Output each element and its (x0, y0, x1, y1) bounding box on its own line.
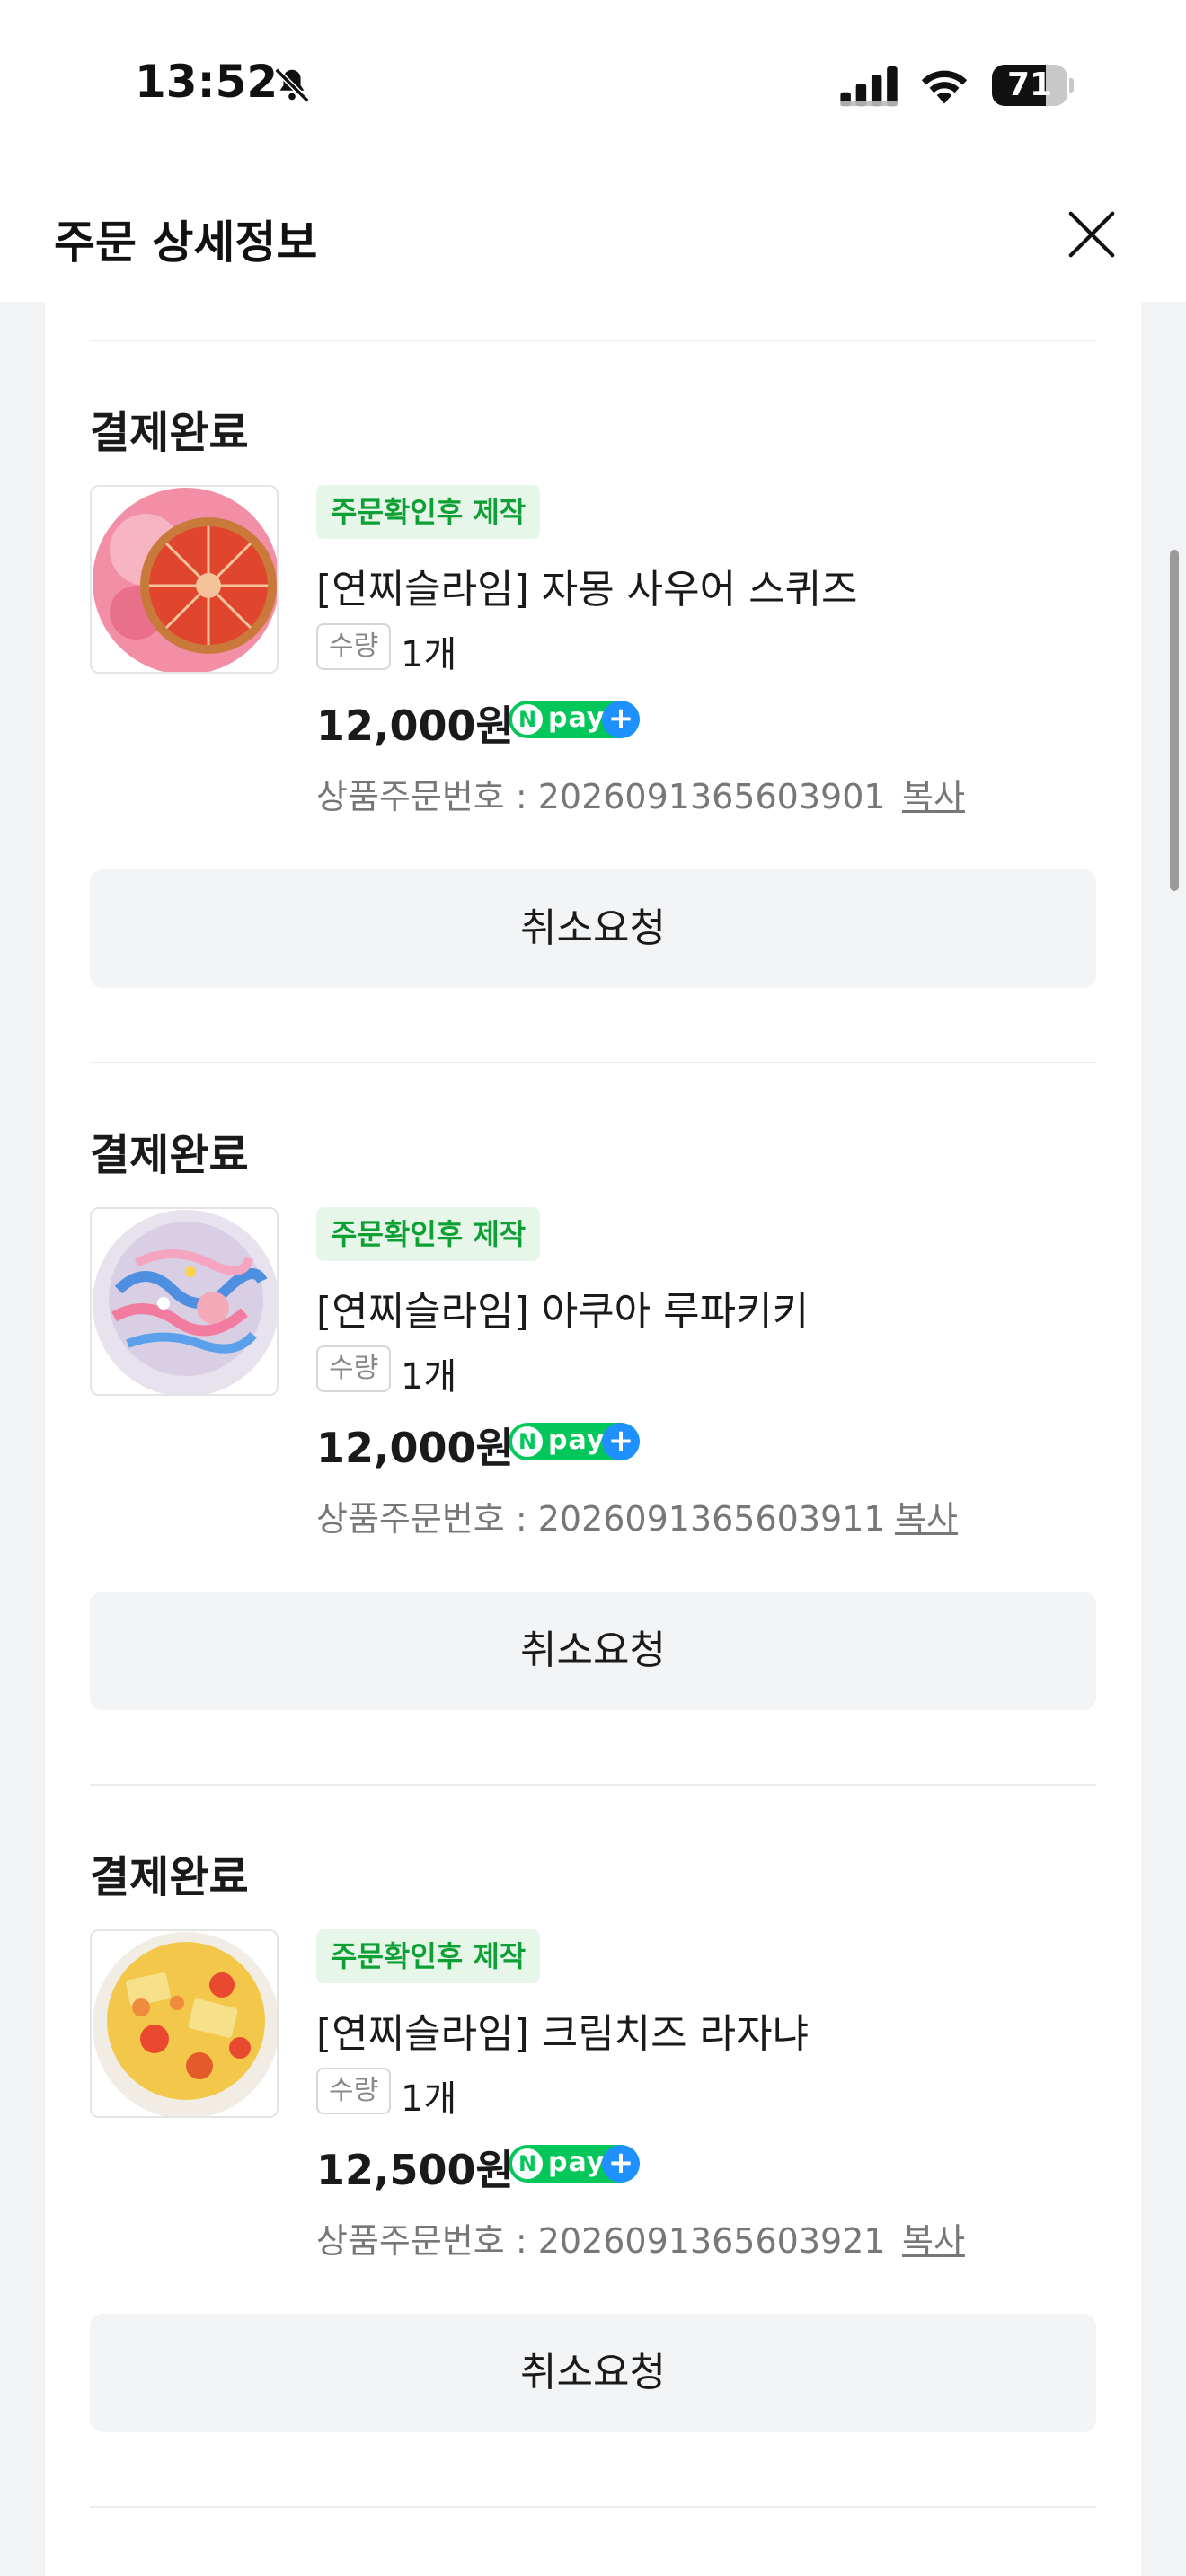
order-status: 결제완료 (90, 1130, 249, 1180)
status-time: 13:52 (135, 56, 279, 108)
quantity-label: 수량 (316, 2068, 392, 2114)
product-order-number: 상품주문번호 : 2026091365603911 (316, 1499, 886, 1539)
order-item: 결제완료 주문확인후 제작 [연찌슬라임] 자몽 사우어 스퀴즈 수량 1개 1 (45, 302, 1141, 1020)
battery-cap (1069, 78, 1074, 93)
npay-plus-badge: N pay + (509, 1423, 640, 1460)
order-status: 결제완료 (90, 1852, 249, 1902)
scrollbar[interactable] (1170, 550, 1179, 891)
npay-plus-badge: N pay + (509, 701, 640, 738)
npay-text: pay (548, 1425, 606, 1456)
quantity-value: 1개 (401, 1356, 457, 1398)
plus-icon: + (602, 2145, 640, 2183)
product-thumbnail[interactable] (90, 1207, 279, 1396)
grapefruit-slime-image (93, 488, 277, 672)
npay-text: pay (548, 702, 606, 734)
price: 12,500원 (316, 2146, 514, 2194)
quantity-label: 수량 (316, 1345, 392, 1392)
divider (90, 2506, 1096, 2508)
battery-percent: 71 (1006, 66, 1053, 103)
cancel-request-button[interactable]: 취소요청 (90, 2314, 1096, 2432)
copy-order-number-link[interactable]: 복사 (902, 769, 965, 818)
lasagna-slime-image (93, 1932, 277, 2116)
npay-n-icon: N (512, 1426, 543, 1457)
cellular-signal-icon (840, 66, 898, 107)
product-thumbnail[interactable] (90, 1929, 279, 2118)
order-detail-list: 결제완료 주문확인후 제작 [연찌슬라임] 자몽 사우어 스퀴즈 수량 1개 1 (45, 302, 1141, 2576)
battery-body: 71 (992, 65, 1067, 106)
npay-plus-badge: N pay + (509, 2145, 640, 2183)
order-item: 결제완료 주문확인후 제작 [연찌슬라임] 아쿠아 루파키키 수량 1개 12,… (45, 1024, 1141, 1742)
price: 12,000원 (316, 1424, 514, 1472)
plus-icon: + (602, 701, 640, 738)
status-bar: 13:52 71 (0, 0, 1186, 171)
bell-muted-icon (274, 67, 310, 103)
order-status: 결제완료 (90, 408, 249, 458)
cancel-request-button[interactable]: 취소요청 (90, 1592, 1096, 1710)
quantity-value: 1개 (401, 2078, 457, 2120)
product-order-number: 상품주문번호 : 2026091365603901 (316, 777, 886, 816)
product-order-number: 상품주문번호 : 2026091365603921 (316, 2221, 886, 2261)
page-title: 주문 상세정보 (54, 216, 318, 269)
order-item: 결제완료 주문확인후 제작 [연찌슬라임] 크림치즈 라자냐 수량 1개 12,… (45, 1746, 1141, 2465)
quantity-label: 수량 (316, 623, 392, 670)
product-name[interactable]: [연찌슬라임] 자몽 사우어 스퀴즈 (316, 557, 858, 614)
close-icon[interactable] (1064, 207, 1120, 262)
product-thumbnail[interactable] (90, 485, 279, 674)
cancel-request-button[interactable]: 취소요청 (90, 869, 1096, 988)
wifi-icon (921, 70, 968, 104)
copy-order-number-link[interactable]: 복사 (895, 1491, 958, 1540)
product-name[interactable]: [연찌슬라임] 크림치즈 라자냐 (316, 2001, 809, 2059)
product-name[interactable]: [연찌슬라임] 아쿠아 루파키키 (316, 1279, 809, 1337)
npay-n-icon: N (512, 2148, 543, 2179)
battery-indicator: 71 (992, 65, 1074, 106)
quantity-value: 1개 (401, 634, 457, 675)
made-to-order-badge: 주문확인후 제작 (316, 1929, 541, 1983)
sheet-header: 주문 상세정보 (0, 171, 1186, 302)
made-to-order-badge: 주문확인후 제작 (316, 485, 541, 539)
plus-icon: + (602, 1423, 640, 1460)
copy-order-number-link[interactable]: 복사 (902, 2213, 965, 2263)
aqua-slime-image (93, 1210, 277, 1394)
npay-n-icon: N (512, 704, 543, 735)
made-to-order-badge: 주문확인후 제작 (316, 1207, 541, 1261)
price: 12,000원 (316, 701, 514, 750)
npay-text: pay (548, 2147, 606, 2178)
